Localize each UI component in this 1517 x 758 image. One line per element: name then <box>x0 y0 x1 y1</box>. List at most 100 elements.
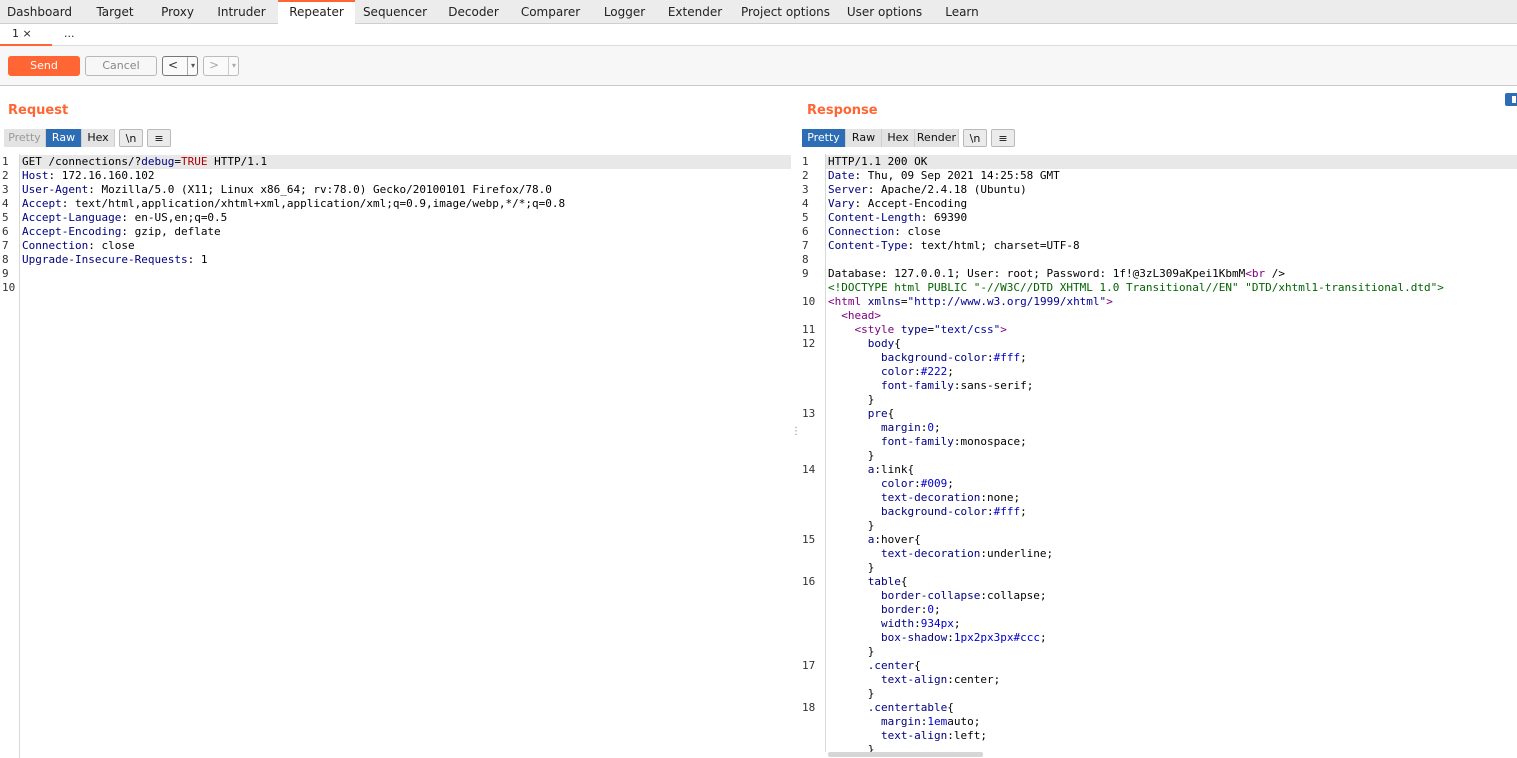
cancel-button[interactable]: Cancel <box>85 56 157 76</box>
response-code-line: } <box>828 393 875 407</box>
request-code-token: : gzip, deflate <box>121 225 221 238</box>
request-line-number: 10 <box>2 281 16 294</box>
request-code-line: Accept: text/html,application/xhtml+xml,… <box>22 197 565 211</box>
response-code-token: : Thu, 09 Sep 2021 14:25:58 GMT <box>854 169 1060 182</box>
forward-history-dropdown-icon[interactable]: ▾ <box>227 57 236 75</box>
response-code-line: font-family:sans-serif; <box>828 379 1033 393</box>
repeater-tab-1[interactable]: 1 × <box>0 24 52 46</box>
tab-repeater[interactable]: Repeater <box>278 0 355 24</box>
layout-toggle-icon[interactable] <box>1505 93 1517 106</box>
response-code-line: color:#009; <box>828 477 954 491</box>
request-code-token: TRUE <box>180 155 208 168</box>
response-line-number: 11 <box>802 323 816 336</box>
request-hamburger-icon[interactable]: ≡ <box>147 129 171 147</box>
tab-extender[interactable]: Extender <box>659 0 731 24</box>
response-code-token <box>828 631 881 644</box>
request-code-token: Accept <box>22 197 62 210</box>
response-code-line: } <box>828 645 875 659</box>
response-code-token: ; <box>1020 351 1027 364</box>
response-view-hex-button[interactable]: Hex <box>882 129 915 147</box>
response-code-token <box>828 323 855 336</box>
response-code-token <box>828 421 881 434</box>
response-line-number: 4 <box>802 197 809 210</box>
send-button[interactable]: Send <box>8 56 80 76</box>
response-code-line: width:934px; <box>828 617 961 631</box>
request-view-hex-button[interactable]: Hex <box>82 129 115 147</box>
response-code-token <box>828 351 881 364</box>
response-code-token: } <box>828 687 875 700</box>
response-code-token: :none; <box>980 491 1021 504</box>
response-hamburger-icon[interactable]: ≡ <box>991 129 1015 147</box>
response-line-number: 12 <box>802 337 816 350</box>
response-code-token: Date <box>828 169 855 182</box>
response-view-bar: Pretty Raw Hex Render \n ≡ <box>802 129 1022 147</box>
tab-intruder[interactable]: Intruder <box>206 0 277 24</box>
response-code-token: } <box>828 743 875 752</box>
response-code-token: :collapse; <box>980 589 1047 602</box>
response-code-token: text-align <box>880 673 948 686</box>
response-code-token: : <box>914 365 921 378</box>
response-code-token: border <box>880 603 921 616</box>
response-code-token: width <box>880 617 915 630</box>
response-code-token <box>828 337 868 350</box>
request-code-token: GET /connections/? <box>22 155 142 168</box>
response-code-token: <!DOCTYPE html PUBLIC "-//W3C//DTD XHTML… <box>828 281 1444 294</box>
tab-comparer[interactable]: Comparer <box>512 0 589 24</box>
response-view-raw-button[interactable]: Raw <box>846 129 882 147</box>
response-code-line: .center{ <box>828 659 921 673</box>
response-code-token: Content-Length <box>828 211 921 224</box>
response-code-line: <!DOCTYPE html PUBLIC "-//W3C//DTD XHTML… <box>828 281 1444 295</box>
response-code-token: color <box>880 365 915 378</box>
tab-proxy[interactable]: Proxy <box>149 0 206 24</box>
response-show-newlines-toggle[interactable]: \n <box>963 129 987 147</box>
response-code-token <box>828 603 881 616</box>
request-code-token: Upgrade-Insecure-Requests <box>22 253 188 266</box>
request-code-token: Accept-Encoding <box>22 225 122 238</box>
drag-handle-icon[interactable]: ⋮ <box>791 427 801 444</box>
response-code-token: : Accept-Encoding <box>854 197 968 210</box>
repeater-tab-new[interactable]: ... <box>52 24 92 46</box>
response-editor[interactable]: 1 2 3 4 5 6 7 8 9 10 11 12 13 14 15 16 17 18 HTTP/1.1 200 … <box>800 154 1517 752</box>
tab-logger[interactable]: Logger <box>590 0 659 24</box>
tab-dashboard[interactable]: Dashboard <box>0 0 79 24</box>
request-code-token: : Mozilla/5.0 (X11; Linux x86_64; rv:78.… <box>88 183 552 196</box>
response-code-token: type <box>900 323 928 336</box>
tab-project-options[interactable]: Project options <box>734 0 837 24</box>
response-code-token: : Apache/2.4.18 (Ubuntu) <box>867 183 1027 196</box>
tab-decoder[interactable]: Decoder <box>435 0 512 24</box>
response-code-token: pre <box>867 407 888 420</box>
response-code-token: <html <box>828 295 862 308</box>
response-code-line: Connection: close <box>828 225 941 239</box>
request-code-line: Accept-Language: en-US,en;q=0.5 <box>22 211 227 225</box>
response-code-line: margin:0; <box>828 421 941 435</box>
tab-target[interactable]: Target <box>79 0 151 24</box>
response-horizontal-scrollbar[interactable] <box>828 752 983 757</box>
response-view-render-button[interactable]: Render <box>915 129 959 147</box>
response-code-token <box>828 435 881 448</box>
tab-learn[interactable]: Learn <box>933 0 991 24</box>
tab-user-options[interactable]: User options <box>837 0 932 24</box>
response-code-line: .centertable{ <box>828 701 954 715</box>
response-current-line-highlight <box>826 155 1517 169</box>
forward-button[interactable]: > ▾ <box>203 56 239 76</box>
request-show-newlines-toggle[interactable]: \n <box>119 129 143 147</box>
response-code-token <box>828 491 881 504</box>
response-code-token: background-color <box>880 351 987 364</box>
response-code-token: Vary <box>828 197 855 210</box>
request-line-gutter: 1 2 3 4 5 6 7 8 9 10 <box>0 154 20 758</box>
tab-sequencer[interactable]: Sequencer <box>355 0 435 24</box>
main-tab-bar: Dashboard Target Proxy Intruder Repeater Sequ… <box>0 0 1517 24</box>
response-view-pretty-button[interactable]: Pretty <box>802 129 846 147</box>
request-editor[interactable]: 1 2 3 4 5 6 7 8 9 10 GET /connections/?debug=TRUE … <box>0 154 791 758</box>
request-code-token: User-Agent <box>22 183 89 196</box>
response-code-line: Server: Apache/2.4.18 (Ubuntu) <box>828 183 1027 197</box>
response-code-token: xmlns <box>867 295 901 308</box>
response-code-token: { <box>887 407 895 420</box>
back-history-dropdown-icon[interactable]: ▾ <box>186 57 195 75</box>
request-view-pretty-button[interactable]: Pretty <box>4 129 46 147</box>
request-view-raw-button[interactable]: Raw <box>46 129 82 147</box>
response-code-token: 1em <box>927 715 948 728</box>
back-button[interactable]: < ▾ <box>162 56 198 76</box>
response-code-token: Connection <box>828 225 895 238</box>
response-code-line: Content-Length: 69390 <box>828 211 967 225</box>
